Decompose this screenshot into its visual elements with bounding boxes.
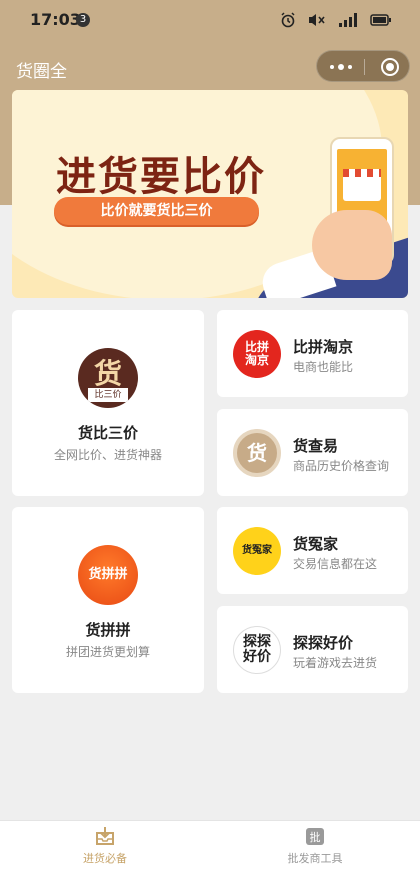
tab-pifashang-gongju[interactable]: 批 批发商工具: [210, 825, 420, 866]
tantanhaojia-logo-icon: 探探 好价: [233, 626, 281, 674]
tab-label: 进货必备: [83, 852, 127, 865]
card-huochayi[interactable]: 货 货查易 商品历史价格查询: [217, 409, 408, 496]
logo-char: 货: [93, 357, 122, 390]
tab-bar: 进货必备 批 批发商工具: [0, 820, 420, 871]
wholesale-icon: 批: [304, 825, 326, 847]
card-title: 货比三价: [77, 424, 138, 442]
card-title: 比拼淘京: [293, 338, 354, 356]
huobisanjia-logo-icon: 货 比三价: [78, 348, 138, 408]
card-huopinpin[interactable]: 货拼拼 货拼拼 拼团进货更划算: [12, 507, 204, 693]
svg-text:批: 批: [310, 830, 321, 844]
notification-badge: 3: [76, 13, 90, 27]
status-icons: [280, 12, 392, 28]
hand-illustration: [312, 210, 392, 280]
huopinpin-logo-icon: 货拼拼: [78, 545, 138, 605]
bipintaojing-logo-icon: 比拼 淘京: [233, 330, 281, 378]
card-title: 货拼拼: [85, 621, 131, 639]
capsule-divider: [364, 59, 365, 75]
banner-headline: 进货要比价: [56, 153, 266, 200]
card-subtitle: 拼团进货更划算: [65, 645, 150, 659]
card-subtitle: 交易信息都在这: [293, 557, 378, 571]
card-title: 探探好价: [293, 634, 354, 652]
card-subtitle: 电商也能比: [293, 360, 354, 374]
banner-slogan-pill: 比价就要货比三价: [54, 197, 259, 225]
battery-icon: [370, 12, 392, 26]
tab-label: 批发商工具: [287, 852, 343, 865]
mute-icon: [308, 12, 326, 26]
card-title: 货查易: [293, 437, 339, 455]
huoyuanjia-logo-icon: 货冤家: [233, 527, 281, 575]
signal-icon: [338, 12, 358, 27]
card-bipintaojing[interactable]: 比拼 淘京 比拼淘京 电商也能比: [217, 310, 408, 397]
card-title: 货冤家: [293, 535, 339, 553]
huochayi-logo-icon: 货: [233, 429, 281, 477]
shop-icon: [343, 169, 381, 201]
card-huobisanjia[interactable]: 货 比三价 货比三价 全网比价、进货神器: [12, 310, 204, 496]
alarm-icon: [280, 12, 296, 28]
status-time: 17:03: [30, 10, 81, 29]
status-bar: 17:03 3: [0, 0, 420, 40]
logo-sub-text: 比三价: [88, 388, 128, 402]
card-subtitle: 全网比价、进货神器: [53, 448, 162, 462]
card-subtitle: 玩着游戏去进货: [293, 656, 378, 670]
close-target-icon[interactable]: [381, 58, 399, 76]
more-icon[interactable]: [330, 64, 352, 70]
card-huoyuanjia[interactable]: 货冤家 货冤家 交易信息都在这: [217, 507, 408, 594]
mini-program-capsule[interactable]: [316, 50, 410, 82]
card-subtitle: 商品历史价格查询: [293, 459, 390, 473]
tab-jinhuobibei[interactable]: 进货必备: [0, 825, 210, 866]
promo-banner[interactable]: 进货要比价 比价就要货比三价 进货: [12, 90, 408, 298]
app-title: 货圈全: [16, 62, 67, 82]
card-tantanhaojia[interactable]: 探探 好价 探探好价 玩着游戏去进货: [217, 606, 408, 693]
download-box-icon: [94, 825, 116, 847]
